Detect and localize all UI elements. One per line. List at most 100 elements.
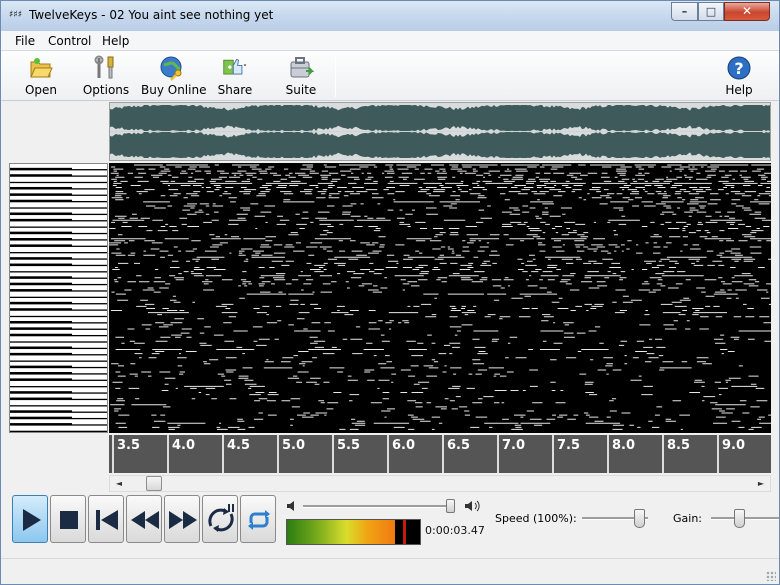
- menu-control[interactable]: Control: [48, 34, 91, 48]
- timeline-label: 6.0: [392, 438, 416, 453]
- loop-section-button[interactable]: [202, 495, 238, 543]
- suite-label: Suite: [285, 83, 317, 97]
- timeline-label: 6.5: [447, 438, 471, 453]
- timeline-label: 7.5: [557, 438, 581, 453]
- repeat-icon: [248, 510, 270, 530]
- play-button[interactable]: [12, 495, 48, 543]
- repeat-button[interactable]: [240, 495, 276, 543]
- open-label: Open: [24, 83, 58, 97]
- piano-white-key[interactable]: [10, 355, 107, 361]
- timeline-tick: [277, 435, 279, 473]
- speed-slider-thumb[interactable]: [634, 509, 645, 528]
- note-spectrum-view[interactable]: [109, 163, 780, 433]
- rewind-icon: [131, 511, 159, 529]
- waveform-channel: [110, 118, 770, 131]
- close-button[interactable]: ✕: [724, 2, 770, 21]
- toolbar-separator: [335, 55, 336, 97]
- piano-keys: [10, 164, 107, 431]
- volume-slider-thumb[interactable]: [446, 499, 455, 513]
- timeline-tick: [332, 435, 334, 473]
- app-logo-icon: ♯♯♯: [9, 10, 23, 20]
- waveform-overview[interactable]: [109, 102, 771, 161]
- fast-forward-button[interactable]: [164, 495, 200, 543]
- horizontal-scrollbar[interactable]: ◄ ►: [109, 475, 771, 492]
- waveform-channel: [110, 145, 770, 158]
- title-bar[interactable]: ♯♯♯ TwelveKeys - 02 You aint see nothing…: [1, 1, 779, 31]
- volume-high-icon: [465, 500, 480, 512]
- scroll-right-arrow-icon[interactable]: ►: [753, 476, 769, 491]
- piano-white-key[interactable]: [10, 380, 107, 387]
- open-button[interactable]: Open: [19, 53, 63, 99]
- app-window: ♯♯♯ TwelveKeys - 02 You aint see nothing…: [0, 0, 780, 585]
- timeline-tick: [222, 435, 224, 473]
- svg-text:?: ?: [734, 59, 743, 78]
- piano-white-key[interactable]: [10, 310, 107, 316]
- piano-white-key[interactable]: [10, 221, 107, 227]
- skip-back-button[interactable]: [88, 495, 124, 543]
- note-spectrum-plot: [109, 164, 780, 430]
- options-button[interactable]: Options: [81, 53, 131, 99]
- buy-online-button[interactable]: Buy Online: [141, 53, 206, 99]
- gain-slider-thumb[interactable]: [734, 509, 745, 528]
- timeline-tick: [717, 435, 719, 473]
- status-bar: [1, 558, 779, 584]
- scroll-thumb[interactable]: [146, 476, 162, 491]
- rewind-button[interactable]: [126, 495, 162, 543]
- timeline-label: 5.0: [282, 438, 306, 453]
- piano-white-key[interactable]: [10, 336, 107, 342]
- gain-slider-track[interactable]: [711, 517, 779, 520]
- timeline-ruler[interactable]: 3.5 4.0 4.5 5.0 5.5 6.0 6.5 7.0 7.5 8.0 8.5 9.0: [109, 435, 771, 473]
- timeline-tick: [662, 435, 664, 473]
- timeline-label: 8.5: [667, 438, 691, 453]
- timeline-tick: [387, 435, 389, 473]
- volume-slider-track[interactable]: [303, 505, 453, 508]
- help-label: Help: [725, 83, 753, 97]
- menu-bar: File Control Help: [1, 31, 779, 51]
- waveform-plot: [110, 105, 770, 158]
- level-meter-fill: [287, 520, 395, 544]
- minimize-icon: –: [681, 5, 688, 18]
- timeline-label: 5.5: [337, 438, 361, 453]
- timeline-label: 4.5: [227, 438, 251, 453]
- piano-white-key[interactable]: [10, 176, 107, 182]
- maximize-button[interactable]: □: [698, 2, 724, 21]
- volume-low-icon: [287, 501, 294, 511]
- fast-forward-icon: [169, 511, 197, 529]
- toolbox-icon: [290, 57, 314, 78]
- share-button[interactable]: Share: [213, 53, 257, 99]
- waveform-channel: [110, 105, 770, 118]
- options-label: Options: [82, 83, 130, 97]
- level-meter: [286, 519, 421, 545]
- skip-back-icon: [96, 510, 118, 530]
- level-meter-peak: [403, 520, 406, 544]
- folder-open-icon: [30, 58, 53, 78]
- help-icon: ?: [727, 56, 751, 80]
- maximize-icon: □: [705, 5, 717, 18]
- minimize-button[interactable]: –: [671, 2, 698, 21]
- piano-white-key[interactable]: [10, 202, 107, 208]
- piano-white-key[interactable]: [10, 400, 107, 406]
- waveform-gutter: [9, 102, 109, 161]
- window-title: TwelveKeys - 02 You aint see nothing yet: [29, 8, 274, 22]
- loop-section-icon: [208, 504, 234, 532]
- piano-white-key[interactable]: [10, 291, 107, 297]
- close-icon: ✕: [741, 4, 753, 18]
- stop-button[interactable]: [50, 495, 86, 543]
- scroll-left-arrow-icon[interactable]: ◄: [111, 476, 127, 491]
- piano-keyboard[interactable]: [9, 163, 108, 433]
- piano-white-key[interactable]: [10, 246, 107, 253]
- resize-grip-icon[interactable]: [766, 571, 776, 581]
- thumbs-up-icon: [223, 58, 247, 75]
- waveform-channel: [110, 132, 770, 145]
- help-button[interactable]: ? Help: [719, 53, 759, 99]
- timeline-tick: [552, 435, 554, 473]
- menu-help[interactable]: Help: [102, 34, 129, 48]
- timeline-tick: [607, 435, 609, 473]
- timeline-tick: [112, 435, 114, 473]
- speed-label: Speed (100%):: [495, 512, 577, 525]
- piano-white-key[interactable]: [10, 425, 107, 431]
- suite-button[interactable]: Suite: [279, 53, 323, 99]
- piano-white-key[interactable]: [10, 266, 107, 272]
- menu-file[interactable]: File: [15, 34, 35, 48]
- timeline-label: 7.0: [502, 438, 526, 453]
